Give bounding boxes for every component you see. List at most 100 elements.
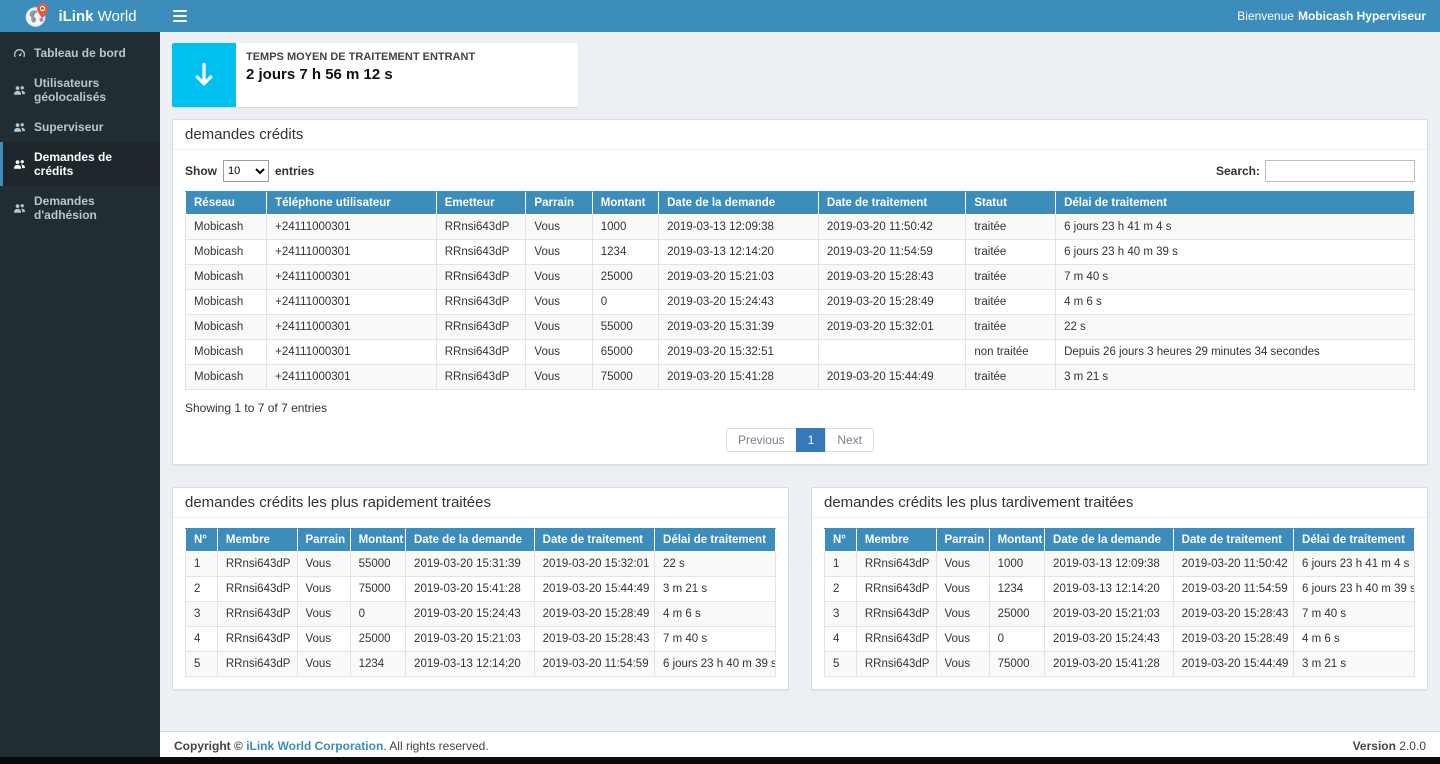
- table-cell: RRnsi643dP: [856, 602, 936, 627]
- table-cell: RRnsi643dP: [436, 340, 526, 365]
- table-cell: 2019-03-20 15:28:43: [534, 627, 654, 652]
- column-header[interactable]: Date de traitement: [818, 192, 965, 215]
- sidebar-item-label: Demandes d'adhésion: [34, 194, 154, 222]
- table-cell: +24111000301: [267, 365, 437, 390]
- sidebar-item-utilisateurs-geolocalises[interactable]: Utilisateurs géolocalisés: [0, 68, 160, 112]
- sidebar-item-demandes-de-credits[interactable]: Demandes de crédits: [0, 142, 160, 186]
- page-size-select[interactable]: 10: [223, 160, 269, 182]
- column-header[interactable]: Délai de traitement: [1056, 192, 1415, 215]
- column-header: N°: [186, 529, 218, 552]
- table-cell: RRnsi643dP: [217, 552, 297, 577]
- table-cell: 2019-03-20 15:44:49: [818, 365, 965, 390]
- show-label: Show: [185, 164, 217, 178]
- table-cell: 25000: [350, 627, 405, 652]
- previous-page-button[interactable]: Previous: [726, 428, 797, 452]
- sidebar-item-label: Tableau de bord: [34, 46, 126, 60]
- table-cell: Vous: [297, 627, 350, 652]
- table-cell: traitée: [966, 315, 1056, 340]
- table-cell: Vous: [936, 552, 989, 577]
- table-cell: RRnsi643dP: [217, 627, 297, 652]
- column-header[interactable]: Montant: [592, 192, 658, 215]
- column-header[interactable]: Parrain: [526, 192, 592, 215]
- table-cell: 2019-03-20 15:28:43: [1173, 602, 1293, 627]
- table-cell: +24111000301: [267, 340, 437, 365]
- column-header: Délai de traitement: [1294, 529, 1415, 552]
- table-cell: 4: [825, 627, 857, 652]
- table-cell: +24111000301: [267, 315, 437, 340]
- table-cell: 6 jours 23 h 40 m 39 s: [1294, 577, 1415, 602]
- table-row: 3RRnsi643dPVous02019-03-20 15:24:432019-…: [186, 602, 776, 627]
- pagination: Previous1Next: [185, 428, 1415, 452]
- user-name: Mobicash Hyperviseur: [1298, 9, 1426, 23]
- table-cell: 6 jours 23 h 41 m 4 s: [1056, 215, 1415, 240]
- table-cell: Mobicash: [186, 215, 267, 240]
- column-header[interactable]: Réseau: [186, 192, 267, 215]
- table-cell: Vous: [936, 652, 989, 677]
- table-cell: RRnsi643dP: [856, 627, 936, 652]
- table-cell: 4 m 6 s: [1294, 627, 1415, 652]
- table-row: Mobicash+24111000301RRnsi643dPVous02019-…: [186, 290, 1415, 315]
- column-header[interactable]: Emetteur: [436, 192, 526, 215]
- table-cell: Vous: [936, 577, 989, 602]
- next-page-button[interactable]: Next: [825, 428, 874, 452]
- table-cell: 2019-03-13 12:14:20: [659, 240, 819, 265]
- table-cell: 25000: [592, 265, 658, 290]
- info-box-value: 2 jours 7 h 56 m 12 s: [246, 66, 475, 83]
- table-row: 2RRnsi643dPVous750002019-03-20 15:41:282…: [186, 577, 776, 602]
- table-cell: Mobicash: [186, 265, 267, 290]
- table-cell: non traitée: [966, 340, 1056, 365]
- table-cell: 2019-03-13 12:09:38: [1045, 552, 1174, 577]
- table-cell: 2019-03-20 15:31:39: [406, 552, 535, 577]
- table-cell: 75000: [592, 365, 658, 390]
- panel-fastest-credits: demandes crédits les plus rapidement tra…: [172, 487, 789, 690]
- column-header: Parrain: [936, 529, 989, 552]
- column-header: Membre: [217, 529, 297, 552]
- table-row: Mobicash+24111000301RRnsi643dPVous650002…: [186, 340, 1415, 365]
- search-label: Search:: [1216, 164, 1260, 178]
- table-cell: +24111000301: [267, 290, 437, 315]
- table-cell: 2019-03-20 15:28:49: [1173, 627, 1293, 652]
- table-cell: Mobicash: [186, 240, 267, 265]
- page-length-control: Show 10 entries: [185, 160, 314, 182]
- table-cell: 2019-03-20 15:44:49: [1173, 652, 1293, 677]
- sidebar-item-tableau-de-bord[interactable]: Tableau de bord: [0, 38, 160, 68]
- table-cell: traitée: [966, 290, 1056, 315]
- table-cell: 7 m 40 s: [655, 627, 776, 652]
- table-cell: 3: [186, 602, 218, 627]
- table-row: Mobicash+24111000301RRnsi643dPVous550002…: [186, 315, 1415, 340]
- table-cell: 1: [186, 552, 218, 577]
- table-cell: 2019-03-20 15:21:03: [659, 265, 819, 290]
- table-cell: 6 jours 23 h 40 m 39 s: [1056, 240, 1415, 265]
- column-header: Parrain: [297, 529, 350, 552]
- table-cell: 4 m 6 s: [1056, 290, 1415, 315]
- credits-table-body: Mobicash+24111000301RRnsi643dPVous100020…: [186, 215, 1415, 390]
- table-cell: 2019-03-20 15:41:28: [406, 577, 535, 602]
- table-cell: Vous: [526, 340, 592, 365]
- table-cell: RRnsi643dP: [436, 290, 526, 315]
- table-cell: RRnsi643dP: [436, 365, 526, 390]
- column-header[interactable]: Téléphone utilisateur: [267, 192, 437, 215]
- table-cell: 3: [825, 602, 857, 627]
- table-cell: 2019-03-13 12:09:38: [659, 215, 819, 240]
- sidebar-toggle-button[interactable]: [160, 0, 200, 32]
- table-cell: 2019-03-20 15:41:28: [1045, 652, 1174, 677]
- column-header[interactable]: Statut: [966, 192, 1056, 215]
- table-cell: RRnsi643dP: [856, 552, 936, 577]
- table-cell: 55000: [350, 552, 405, 577]
- brand-logo[interactable]: iLink World: [0, 0, 160, 32]
- table-cell: Mobicash: [186, 290, 267, 315]
- sidebar-item-demandes-adhesion[interactable]: Demandes d'adhésion: [0, 186, 160, 230]
- company-link[interactable]: iLink World Corporation: [246, 739, 383, 753]
- sidebar-item-label: Demandes de crédits: [34, 150, 154, 178]
- search-input[interactable]: [1265, 160, 1415, 182]
- table-cell: 2: [186, 577, 218, 602]
- sidebar-item-superviseur[interactable]: Superviseur: [0, 112, 160, 142]
- column-header: N°: [825, 529, 857, 552]
- page-1-button[interactable]: 1: [796, 428, 827, 452]
- table-cell: 1234: [350, 652, 405, 677]
- brand-name: iLink World: [58, 8, 136, 25]
- table-row: 5RRnsi643dPVous750002019-03-20 15:41:282…: [825, 652, 1415, 677]
- table-cell: 5: [186, 652, 218, 677]
- column-header[interactable]: Date de la demande: [659, 192, 819, 215]
- fastest-credits-table: N°MembreParrainMontantDate de la demande…: [185, 528, 776, 677]
